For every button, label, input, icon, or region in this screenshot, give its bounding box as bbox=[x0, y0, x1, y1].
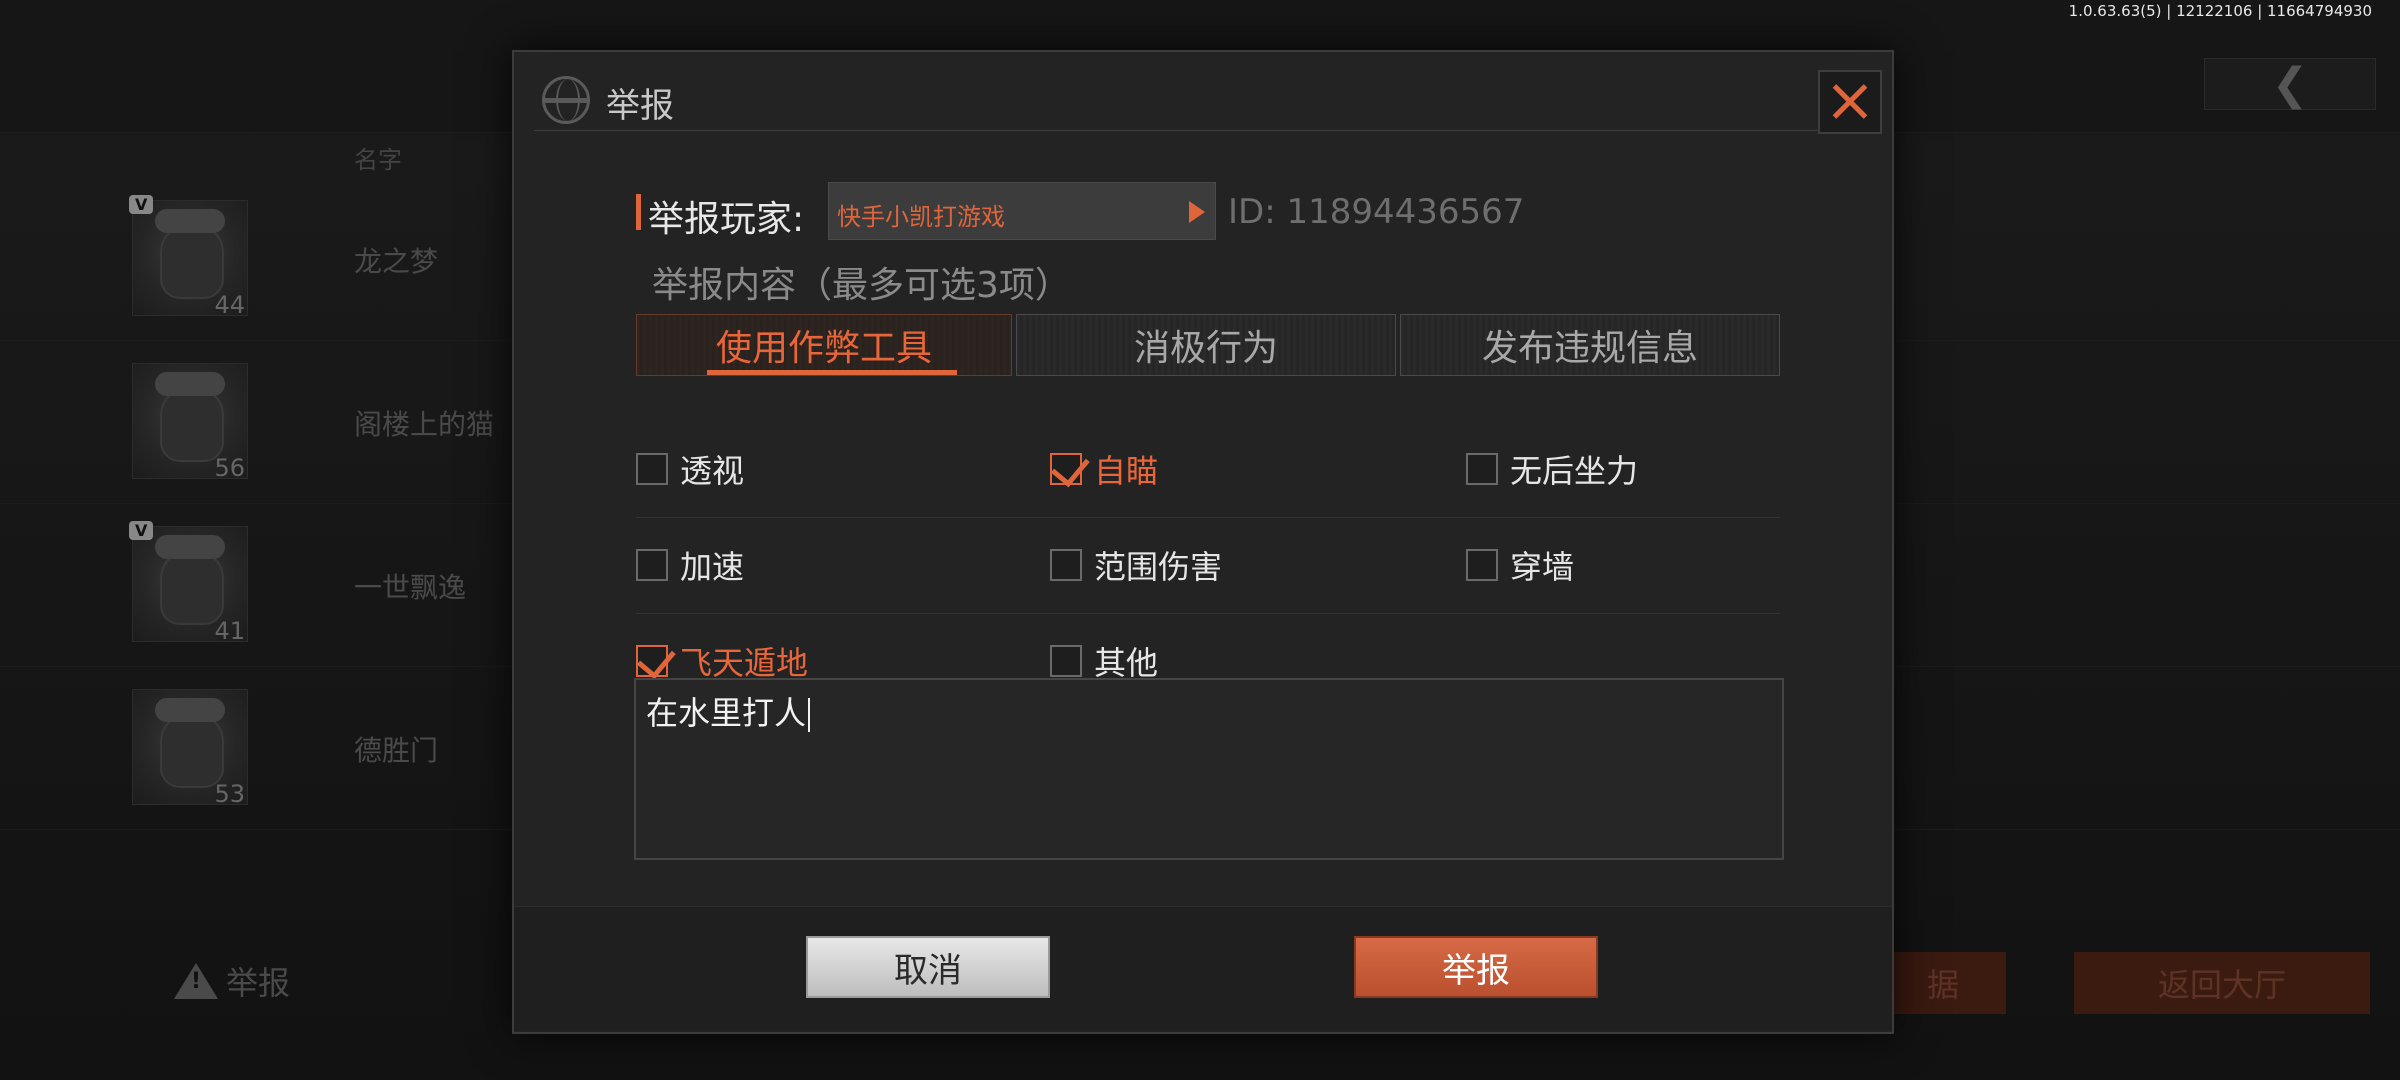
player-level: 56 bbox=[214, 454, 245, 482]
avatar: 53 bbox=[132, 689, 248, 808]
dialog-header: 举报 bbox=[534, 66, 1882, 134]
data-button[interactable]: 据 bbox=[1880, 952, 2006, 1014]
option-label: 自瞄 bbox=[1094, 452, 1159, 490]
option-wall-clip[interactable]: 穿墙 bbox=[1466, 542, 1574, 588]
option-area-damage[interactable]: 范围伤害 bbox=[1050, 542, 1222, 588]
vip-badge: V bbox=[129, 195, 154, 214]
tab-violation-info[interactable]: 发布违规信息 bbox=[1400, 314, 1780, 376]
content-label: 举报内容（最多可选3项） bbox=[652, 265, 1071, 306]
back-button[interactable]: ❮ bbox=[2204, 58, 2376, 110]
player-name: 阁楼上的猫 bbox=[354, 408, 495, 441]
checkbox-checked[interactable] bbox=[1050, 453, 1082, 485]
vip-badge: V bbox=[129, 521, 154, 540]
goggles-icon bbox=[155, 535, 225, 559]
player-name: 一世飘逸 bbox=[354, 571, 467, 604]
player-name: 德胜门 bbox=[354, 734, 439, 767]
option-label: 穿墙 bbox=[1510, 548, 1575, 586]
option-speed-hack[interactable]: 加速 bbox=[636, 542, 744, 588]
goggles-icon bbox=[155, 698, 225, 722]
checkbox-checked[interactable] bbox=[636, 645, 668, 677]
option-label: 无后坐力 bbox=[1510, 452, 1639, 490]
tab-negative-behavior[interactable]: 消极行为 bbox=[1016, 314, 1396, 376]
return-lobby-button[interactable]: 返回大厅 bbox=[2074, 952, 2370, 1014]
description-textarea[interactable]: 在水里打人 bbox=[634, 678, 1784, 860]
option-label: 透视 bbox=[680, 452, 745, 490]
checkbox[interactable] bbox=[1050, 645, 1082, 677]
background-report-button[interactable]: 举报 bbox=[174, 958, 290, 1004]
close-icon[interactable] bbox=[1818, 70, 1882, 134]
globe-icon bbox=[542, 76, 590, 124]
player-level: 44 bbox=[214, 291, 245, 319]
cancel-button[interactable]: 取消 bbox=[806, 936, 1050, 998]
player-level: 41 bbox=[214, 617, 245, 645]
warning-icon bbox=[174, 963, 218, 999]
submit-report-button[interactable]: 举报 bbox=[1354, 936, 1598, 998]
player-select[interactable]: 快手小凯打游戏 bbox=[828, 182, 1216, 240]
player-level: 53 bbox=[214, 780, 245, 808]
option-no-recoil[interactable]: 无后坐力 bbox=[1466, 446, 1638, 492]
tab-label: 使用作弊工具 bbox=[715, 328, 932, 369]
dialog-title: 举报 bbox=[606, 86, 674, 126]
avatar: V 44 bbox=[129, 195, 248, 319]
reporter-row: 举报玩家: 快手小凯打游戏 ID: 11894436567 bbox=[636, 182, 1736, 242]
version-info: 1.0.63.63(5) | 12122106 | 11664794930 bbox=[2068, 2, 2372, 20]
chevron-left-icon: ❮ bbox=[2271, 58, 2309, 110]
background-report-label: 举报 bbox=[226, 964, 291, 1002]
text-caret bbox=[808, 698, 811, 732]
active-tab-indicator bbox=[707, 370, 957, 375]
report-dialog: 举报 举报玩家: 快手小凯打游戏 ID: 11894436567 举报内容（最多… bbox=[512, 50, 1894, 1034]
description-value: 在水里打人 bbox=[646, 694, 807, 732]
options-row: 透视 自瞄 无后坐力 bbox=[636, 422, 1780, 518]
soldier-head-icon bbox=[160, 386, 224, 462]
column-header-name: 名字 bbox=[354, 146, 402, 174]
tab-cheating-tools[interactable]: 使用作弊工具 bbox=[636, 314, 1012, 376]
options-row: 加速 范围伤害 穿墙 bbox=[636, 518, 1780, 614]
player-id: ID: 11894436567 bbox=[1228, 192, 1525, 232]
option-label: 加速 bbox=[680, 548, 745, 586]
soldier-head-icon bbox=[160, 223, 224, 299]
checkbox[interactable] bbox=[1466, 549, 1498, 581]
checkbox[interactable] bbox=[1050, 549, 1082, 581]
dialog-footer bbox=[514, 906, 1892, 1031]
option-label: 范围伤害 bbox=[1094, 548, 1223, 586]
accent-bar bbox=[636, 194, 641, 230]
goggles-icon bbox=[155, 209, 225, 233]
options-grid: 透视 自瞄 无后坐力 加速 范围伤害 穿墙 飞天遁地 其他 bbox=[636, 422, 1780, 709]
avatar: V 41 bbox=[129, 521, 248, 645]
player-name: 龙之梦 bbox=[354, 245, 439, 278]
description-text: 在水里打人 bbox=[646, 688, 811, 734]
tab-label: 发布违规信息 bbox=[1481, 328, 1698, 369]
reporter-label: 举报玩家: bbox=[648, 199, 805, 240]
checkbox[interactable] bbox=[1466, 453, 1498, 485]
tab-label: 消极行为 bbox=[1133, 328, 1278, 369]
soldier-head-icon bbox=[160, 549, 224, 625]
goggles-icon bbox=[155, 372, 225, 396]
play-arrow-icon bbox=[1189, 201, 1205, 223]
option-wallhack[interactable]: 透视 bbox=[636, 446, 744, 492]
option-aimbot[interactable]: 自瞄 bbox=[1050, 446, 1158, 492]
avatar: 56 bbox=[132, 363, 248, 482]
soldier-head-icon bbox=[160, 712, 224, 788]
category-tabs: 使用作弊工具 消极行为 发布违规信息 bbox=[636, 314, 1780, 378]
player-select-value: 快手小凯打游戏 bbox=[837, 203, 1005, 231]
checkbox[interactable] bbox=[636, 453, 668, 485]
checkbox[interactable] bbox=[636, 549, 668, 581]
